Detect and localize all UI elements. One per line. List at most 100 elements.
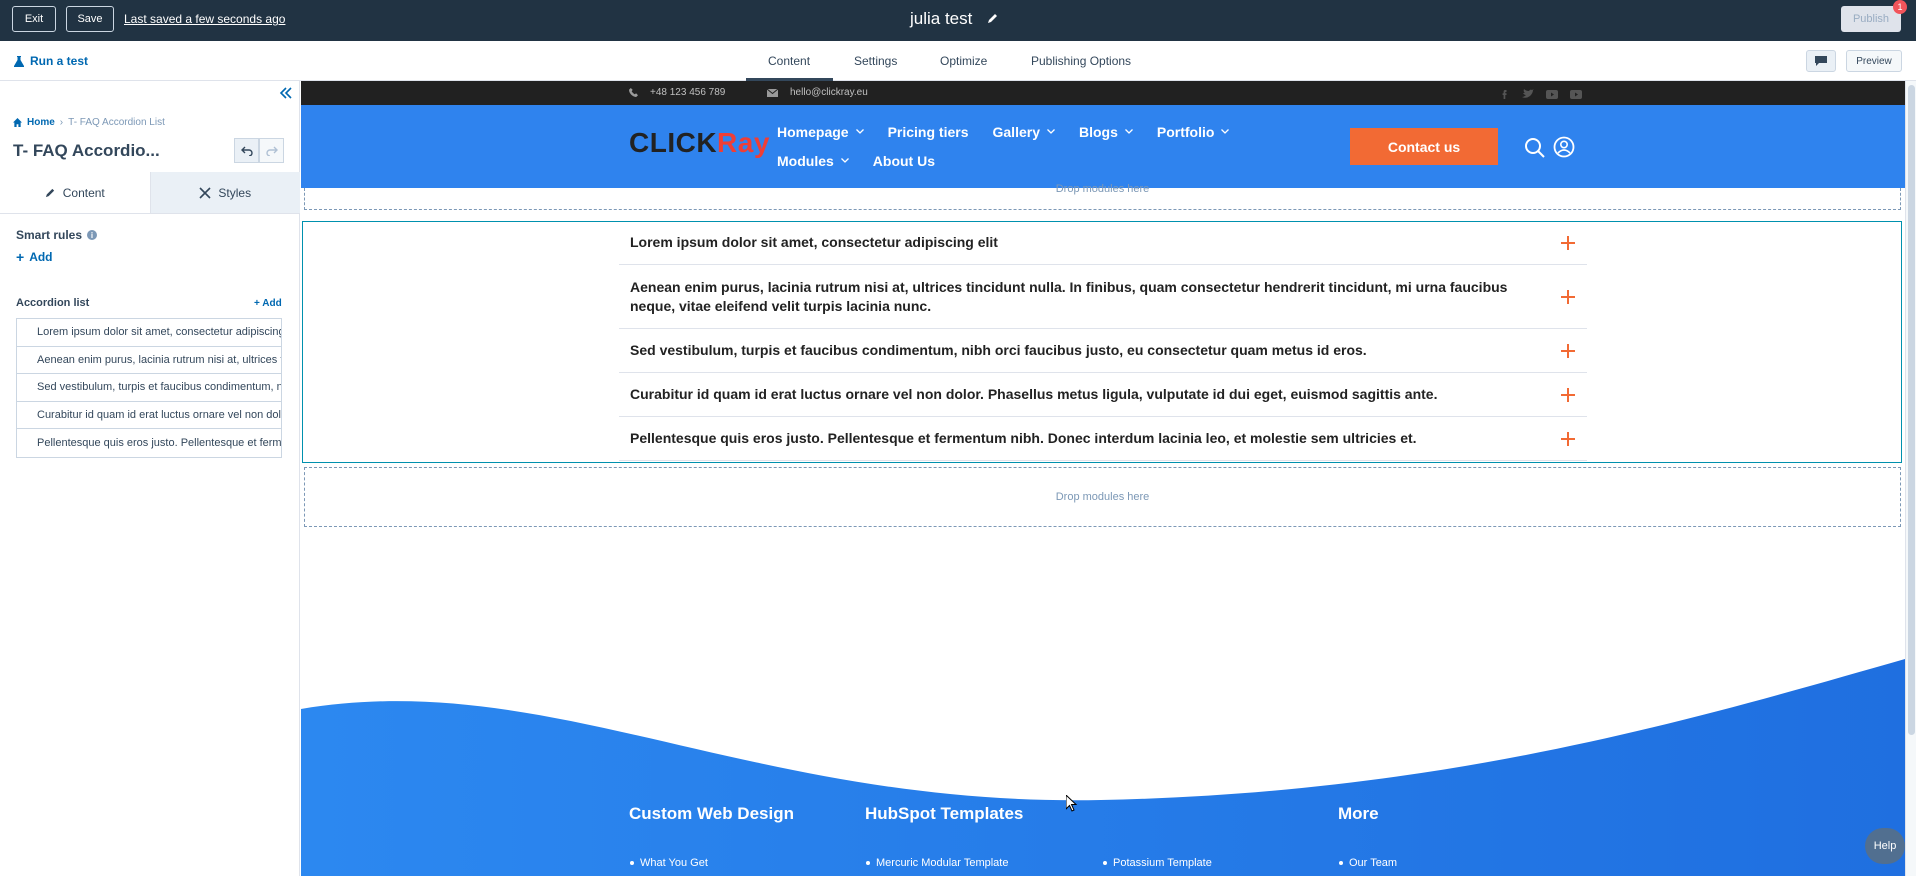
- add-smart-rule-button[interactable]: + Add: [16, 249, 53, 265]
- faq-question: Lorem ipsum dolor sit amet, consectetur …: [630, 234, 998, 250]
- undo-icon: [240, 146, 253, 156]
- footer-link[interactable]: What You Get: [630, 857, 708, 869]
- faq-item[interactable]: Lorem ipsum dolor sit amet, consectetur …: [619, 221, 1587, 265]
- sidebar-tabs: Content Styles: [0, 172, 300, 214]
- breadcrumb-current: T- FAQ Accordion List: [68, 117, 165, 128]
- search-icon[interactable]: [1524, 137, 1546, 159]
- logo-text-main: CLICK: [629, 127, 718, 158]
- footer-heading: More: [1338, 804, 1379, 823]
- chevron-right-icon: ›: [59, 117, 64, 128]
- nav-item-gallery[interactable]: Gallery: [993, 124, 1055, 140]
- redo-button[interactable]: [259, 138, 284, 163]
- preview-button[interactable]: Preview: [1846, 50, 1902, 72]
- nav-item-pricing[interactable]: Pricing tiers: [888, 124, 969, 140]
- add-smart-rule-label: Add: [29, 250, 53, 264]
- sidebar-tab-content[interactable]: Content: [0, 172, 151, 213]
- comment-icon: [1815, 56, 1827, 66]
- nav-item-homepage[interactable]: Homepage: [777, 124, 864, 140]
- canvas-scrollbar[interactable]: [1905, 81, 1916, 876]
- user-account-icon[interactable]: [1553, 136, 1575, 158]
- footer-link[interactable]: Potassium Template: [1103, 857, 1212, 869]
- social-links: [1497, 87, 1583, 99]
- info-icon[interactable]: i: [87, 230, 98, 240]
- site-header: CLICKRay Homepage Pricing tiers Gallery …: [301, 105, 1905, 188]
- comments-button[interactable]: [1806, 50, 1836, 72]
- drop-zone-bottom[interactable]: Drop modules here: [304, 467, 1901, 527]
- nav-row: Modules About Us: [777, 146, 1237, 175]
- help-button[interactable]: Help: [1865, 828, 1905, 864]
- email-icon: [767, 88, 778, 97]
- tab-settings[interactable]: Settings: [854, 54, 897, 68]
- plus-icon[interactable]: [1561, 431, 1575, 446]
- faq-item[interactable]: Curabitur id quam id erat luctus ornare …: [619, 373, 1587, 417]
- list-item-label: Pellentesque quis eros justo. Pellentesq…: [37, 436, 281, 449]
- chevron-down-icon: [1221, 129, 1230, 134]
- plus-icon[interactable]: [1561, 289, 1575, 304]
- breadcrumb-home[interactable]: Home: [27, 117, 55, 128]
- breadcrumb: Home › T- FAQ Accordion List: [13, 117, 165, 128]
- list-item-label: Sed vestibulum, turpis et faucibus condi…: [37, 381, 281, 394]
- phone-icon: [629, 88, 638, 97]
- nav-item-label: Gallery: [992, 123, 1040, 140]
- nav-item-modules[interactable]: Modules: [777, 153, 849, 169]
- faq-item[interactable]: Sed vestibulum, turpis et faucibus condi…: [619, 329, 1587, 373]
- footer-col-web-design: Custom Web Design: [629, 804, 794, 824]
- plus-icon[interactable]: [1561, 387, 1575, 402]
- faq-item[interactable]: Pellentesque quis eros justo. Pellentesq…: [619, 417, 1587, 461]
- save-button[interactable]: Save: [66, 6, 114, 32]
- plus-icon[interactable]: [1561, 235, 1575, 250]
- youtube-icon[interactable]: [1545, 87, 1559, 99]
- nav-item-portfolio[interactable]: Portfolio: [1157, 124, 1230, 140]
- home-icon: [13, 118, 22, 127]
- tab-optimize[interactable]: Optimize: [940, 54, 987, 68]
- exit-button[interactable]: Exit: [12, 6, 56, 32]
- footer-link[interactable]: Mercuric Modular Template: [866, 857, 1008, 869]
- list-item[interactable]: Aenean enim purus, lacinia rutrum nisi a…: [17, 347, 281, 374]
- list-item[interactable]: Sed vestibulum, turpis et faucibus condi…: [17, 374, 281, 402]
- collapse-sidebar-icon[interactable]: [279, 86, 293, 100]
- faq-item[interactable]: Aenean enim purus, lacinia rutrum nisi a…: [619, 265, 1587, 329]
- undo-redo-group: [234, 138, 284, 163]
- faq-question: Pellentesque quis eros justo. Pellentesq…: [630, 430, 1417, 446]
- bullet-icon: [1103, 861, 1107, 865]
- list-item[interactable]: Curabitur id quam id erat luctus ornare …: [17, 402, 281, 429]
- nav-item-label: Homepage: [777, 123, 849, 140]
- plus-icon[interactable]: [1561, 343, 1575, 358]
- drop-zone-top[interactable]: Drop modules here: [304, 184, 1901, 210]
- nav-item-about[interactable]: About Us: [873, 153, 935, 169]
- footer-link-label: Potassium Template: [1113, 857, 1212, 869]
- nav-item-blogs[interactable]: Blogs: [1079, 124, 1133, 140]
- publish-button[interactable]: Publish: [1841, 6, 1901, 32]
- site-phone: +48 123 456 789: [629, 87, 725, 98]
- drop-zone-label: Drop modules here: [1055, 183, 1150, 195]
- chevron-down-icon: [840, 158, 849, 163]
- contact-us-button[interactable]: Contact us: [1350, 128, 1498, 165]
- pencil-icon: [45, 188, 54, 198]
- list-item-label: Lorem ipsum dolor sit amet, consectetur …: [37, 326, 281, 339]
- list-item[interactable]: Lorem ipsum dolor sit amet, consectetur …: [17, 319, 281, 347]
- footer-link-label: Our Team: [1349, 857, 1398, 869]
- twitter-icon[interactable]: [1521, 87, 1535, 98]
- chevron-down-icon: [1047, 129, 1055, 134]
- sidebar-tab-styles[interactable]: Styles: [150, 172, 300, 213]
- footer-link[interactable]: Our Team: [1339, 857, 1397, 869]
- tab-publishing-options[interactable]: Publishing Options: [1031, 54, 1131, 68]
- logo-text-accent: Ray: [717, 127, 770, 158]
- run-test-link[interactable]: Run a test: [14, 54, 88, 68]
- facebook-icon[interactable]: [1497, 87, 1511, 99]
- nav-item-label: Blogs: [1078, 123, 1118, 140]
- tab-content[interactable]: Content: [768, 54, 811, 81]
- last-saved-link[interactable]: Last saved a few seconds ago: [124, 12, 285, 26]
- top-bar: Exit Save Last saved a few seconds ago j…: [0, 0, 1916, 41]
- list-item[interactable]: Pellentesque quis eros justo. Pellentesq…: [17, 429, 281, 457]
- undo-button[interactable]: [234, 138, 259, 163]
- bullet-icon: [1339, 861, 1343, 865]
- site-logo[interactable]: CLICKRay: [629, 127, 770, 159]
- accordion-list: Lorem ipsum dolor sit amet, consectetur …: [16, 318, 282, 458]
- scrollbar-thumb[interactable]: [1908, 85, 1915, 735]
- pencil-icon[interactable]: [987, 12, 999, 24]
- module-sidebar: Home › T- FAQ Accordion List T- FAQ Acco…: [0, 81, 300, 876]
- chevron-down-icon: [855, 129, 864, 134]
- accordion-add-button[interactable]: + Add: [254, 298, 282, 309]
- youtube-icon[interactable]: [1569, 87, 1583, 99]
